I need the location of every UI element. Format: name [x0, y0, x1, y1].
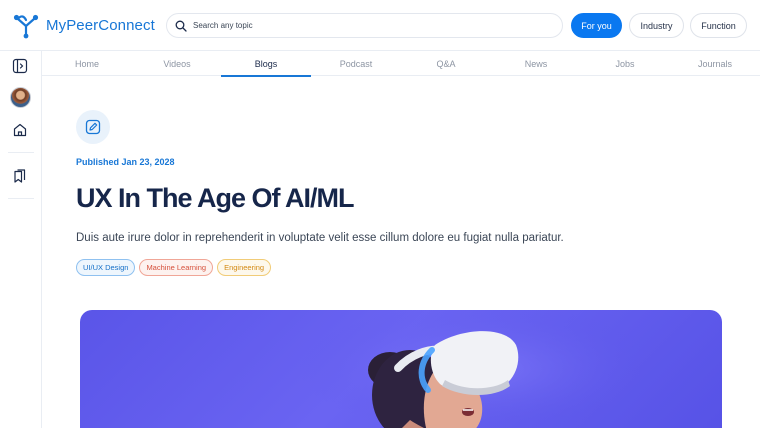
- tab-home[interactable]: Home: [42, 51, 132, 76]
- left-sidebar: [0, 51, 42, 428]
- tab-podcast[interactable]: Podcast: [311, 51, 401, 76]
- tab-journals[interactable]: Journals: [670, 51, 760, 76]
- article-description: Duis aute irure dolor in reprehenderit i…: [76, 232, 564, 244]
- woman-wearing-vr-headset-image: [80, 310, 722, 428]
- edit-icon: [85, 119, 101, 135]
- sidebar-divider: [8, 198, 34, 199]
- user-avatar[interactable]: [10, 87, 31, 108]
- home-icon: [13, 123, 27, 137]
- article-title: UX In The Age Of AI/ML: [76, 183, 354, 213]
- tab-news[interactable]: News: [491, 51, 581, 76]
- article-tags: UI/UX Design Machine Learning Engineerin…: [76, 259, 272, 276]
- tab-jobs[interactable]: Jobs: [580, 51, 670, 76]
- tab-blogs[interactable]: Blogs: [221, 51, 311, 77]
- collapse-sidebar-icon: [12, 58, 28, 74]
- brand-name: MyPeerConnect: [46, 16, 155, 34]
- bookmarks-button[interactable]: [10, 166, 30, 186]
- published-date: Published Jan 23, 2028: [76, 157, 175, 167]
- tag-machine-learning[interactable]: Machine Learning: [139, 259, 214, 276]
- collapse-sidebar-button[interactable]: [10, 56, 30, 76]
- search-bar[interactable]: [166, 13, 563, 38]
- search-icon: [175, 20, 187, 32]
- network-logo-icon: [13, 14, 39, 39]
- tab-videos[interactable]: Videos: [132, 51, 222, 76]
- home-button[interactable]: [10, 120, 30, 140]
- tag-engineering[interactable]: Engineering: [217, 259, 272, 276]
- content-tabs: Home Videos Blogs Podcast Q&A News Jobs …: [42, 51, 760, 77]
- top-header: MyPeerConnect For you Industry Function: [0, 0, 760, 51]
- filter-function-button[interactable]: Function: [690, 13, 747, 38]
- tab-qa[interactable]: Q&A: [401, 51, 491, 76]
- sidebar-divider: [8, 152, 34, 153]
- filter-for-you-button[interactable]: For you: [571, 13, 622, 38]
- tag-ui-ux-design[interactable]: UI/UX Design: [76, 259, 136, 276]
- filter-industry-button[interactable]: Industry: [629, 13, 684, 38]
- search-input[interactable]: [193, 21, 533, 30]
- article-type-badge: [76, 110, 110, 144]
- bookmarks-icon: [14, 169, 26, 183]
- brand-logo[interactable]: MyPeerConnect: [12, 11, 155, 39]
